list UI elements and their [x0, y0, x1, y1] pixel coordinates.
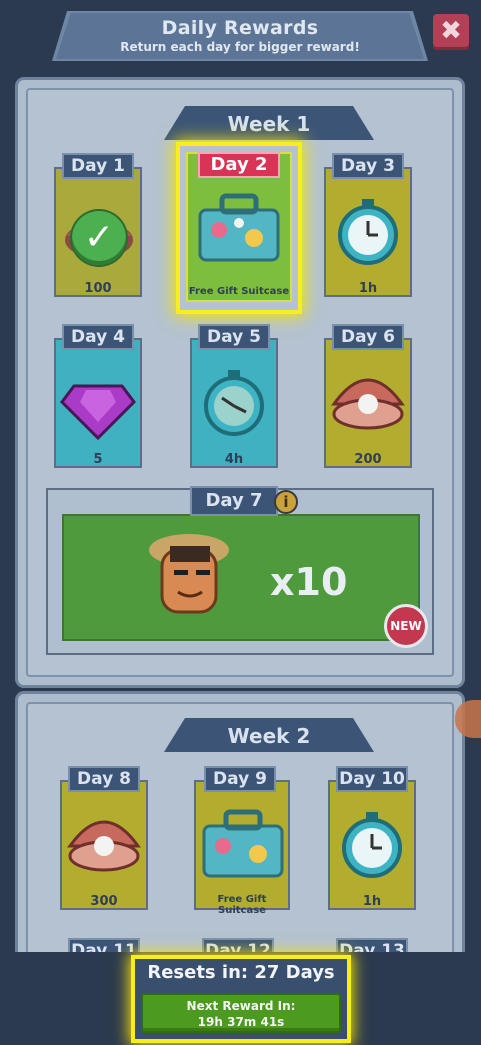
close-icon: ✖ [440, 16, 462, 46]
day7-amount: x10 [270, 560, 348, 604]
clam-pearl-icon [67, 820, 141, 872]
day-value: 1h [362, 894, 382, 909]
day-label: Day 2 [198, 152, 280, 178]
reset-timer-box: Resets in: 27 Days Next Reward In: 19h 3… [135, 959, 347, 1039]
clam-pearl-icon [331, 378, 405, 430]
new-badge: NEW [384, 604, 428, 648]
week-1-tab: Week 1 [164, 106, 374, 140]
close-button[interactable]: ✖ [433, 14, 469, 50]
gift-suitcase-icon [202, 809, 284, 878]
title-banner: Daily Rewards Return each day for bigger… [56, 13, 424, 59]
character-avatar-icon [149, 534, 229, 614]
day-label: Day 9 [204, 766, 276, 792]
day-value: 4h [224, 452, 244, 467]
next-reward-button[interactable]: Next Reward In: 19h 37m 41s [141, 993, 341, 1033]
day-label: Day 4 [62, 324, 134, 350]
day-label: Day 5 [198, 324, 270, 350]
day-value: Free Gift Suitcase [217, 894, 267, 916]
stopwatch-icon [204, 370, 264, 436]
day-value: 200 [354, 452, 382, 467]
day7-label: Day 7 [190, 486, 278, 516]
day-value: 100 [84, 281, 112, 296]
day-label: Day 1 [62, 153, 134, 179]
stopwatch-icon [342, 812, 402, 878]
day-label: Day 10 [336, 766, 408, 792]
day-label: Day 8 [68, 766, 140, 792]
week-2-tab: Week 2 [164, 718, 374, 752]
day7-reward-area: x10 NEW [62, 514, 428, 648]
stopwatch-icon [338, 199, 398, 265]
side-handle[interactable] [455, 700, 481, 738]
day-value: 1h [358, 281, 378, 296]
day-value: 5 [93, 452, 103, 467]
info-icon[interactable]: i [274, 490, 298, 514]
day-value: Free Gift Suitcase [188, 286, 290, 297]
gem-icon [60, 384, 136, 441]
day-label: Day 6 [332, 324, 404, 350]
day-value: 300 [90, 894, 118, 909]
gift-suitcase-icon [198, 193, 280, 262]
resets-in-text: Resets in: 27 Days [147, 962, 335, 983]
day-label: Day 3 [332, 153, 404, 179]
page-subtitle: Return each day for bigger reward! [120, 40, 360, 54]
next-reward-timer: 19h 37m 41s [197, 1015, 285, 1029]
claimed-check-icon: ✓ [72, 211, 126, 265]
next-reward-label: Next Reward In: [186, 999, 296, 1013]
page-title: Daily Rewards [161, 17, 319, 39]
